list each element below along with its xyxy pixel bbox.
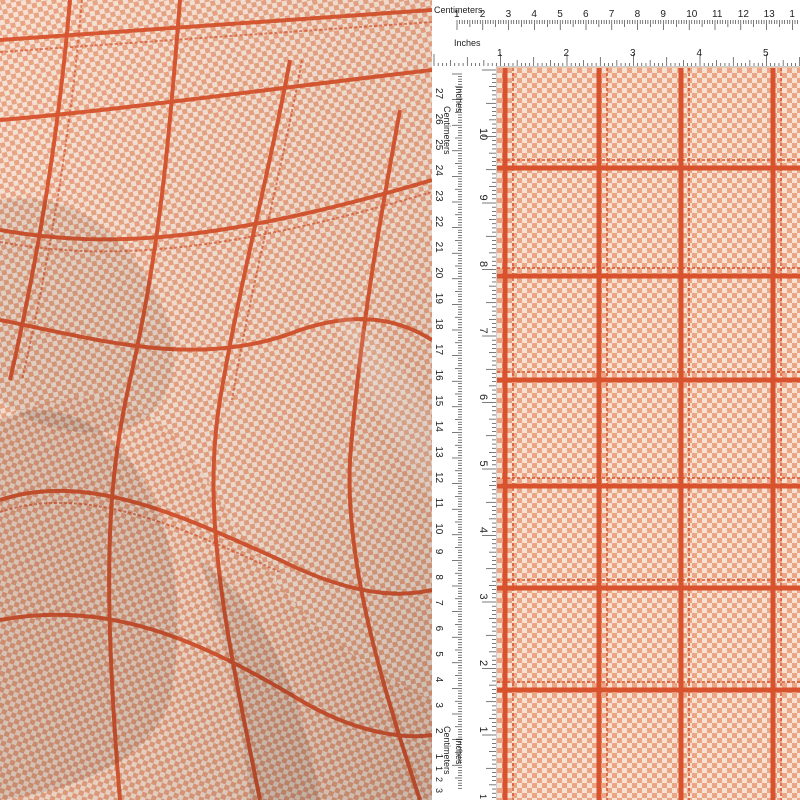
top-ruler-cm-number: 5 [557,9,563,20]
left-ruler-bottom-cm-number: 3 [434,788,444,793]
left-ruler-cm-number: 11 [433,498,444,509]
left-ruler-bottom-cm-number: 1 [434,766,444,771]
left-ruler-cm-number: 19 [433,293,444,305]
left-ruler-cm-number: 8 [433,574,444,580]
top-ruler-cm-number: 4 [531,9,537,20]
fabric-photo: Centimeters Inches 1 2 3 4 5 6 7 8 9 10 11 12 13 1 12… [0,0,800,800]
top-ruler-cm-number: 11 [712,9,723,20]
left-ruler-scale: Centimeters Inches Centimeters Inches 27… [433,69,496,799]
top-ruler-scale: Centimeters Inches 1 2 3 4 5 6 7 8 9 10 11 12 13 1 12… [433,5,800,66]
left-ruler-cm-number: 5 [433,651,444,657]
left-ruler-in-number: 2 [477,660,489,666]
left-ruler-cm-number: 12 [433,472,444,484]
top-ruler-in-label: Inches [454,38,481,48]
top-ruler-cm-number: 3 [506,9,512,20]
left-ruler-cm-number: 7 [433,600,444,606]
left-ruler-cm-number: 21 [433,242,444,254]
left-ruler-cm-number: 18 [433,318,444,330]
left-ruler-in-number: 7 [477,328,489,334]
draped-fabric-image [0,0,432,800]
left-ruler-cm-number: 4 [433,677,444,683]
left-ruler-cm-number: 1 [433,754,444,760]
left-ruler-cm-number: 2 [433,728,444,734]
flat-fabric-image [497,68,800,800]
top-ruler-cm-number: 6 [583,9,589,20]
left-ruler: Centimeters Inches Centimeters Inches 27… [432,66,497,800]
draped-fabric-panel [0,0,432,800]
left-ruler-bottom-in-number: 1 [478,794,488,799]
left-ruler-in-number: 10 [477,128,489,140]
left-ruler-cm-number: 13 [433,446,444,458]
top-ruler-cm-number: 2 [480,9,486,20]
left-ruler-cm-number: 24 [433,165,444,177]
left-ruler-cm-number: 6 [433,626,444,632]
top-ruler-cm-number: 10 [686,9,698,20]
left-ruler-in-number: 1 [477,727,489,733]
left-ruler-cm-number: 23 [433,190,444,202]
left-ruler-cm-number: 22 [433,216,444,228]
left-ruler-cm-number: 25 [433,139,444,151]
left-ruler-cm-number: 14 [433,421,444,433]
left-ruler-in-number: 4 [477,527,489,533]
left-ruler-cm-number: 27 [433,88,444,100]
left-ruler-cm-number: 26 [433,114,444,126]
top-ruler-cm-number: 13 [764,9,776,20]
left-ruler-in-number: 6 [477,394,489,400]
left-ruler-in-number: 8 [477,261,489,267]
top-ruler-cm-number: 9 [660,9,666,20]
left-ruler-cm-number: 3 [433,702,444,708]
left-ruler-in-number: 9 [477,195,489,201]
top-ruler-cm-number: 1 [789,9,795,20]
left-ruler-in-number: 5 [477,461,489,467]
top-ruler-in-number: 1 [497,48,503,59]
left-ruler-bottom-cm-number: 2 [434,777,444,782]
top-ruler-cm-number: 7 [609,9,615,20]
top-ruler-in-number: 4 [697,48,703,59]
flat-fabric-panel [497,68,800,800]
left-ruler-cm-number: 17 [433,344,444,356]
left-ruler-cm-number: 15 [433,395,444,407]
top-ruler-cm-number: 12 [738,9,750,20]
left-ruler-in-number: 3 [477,594,489,600]
left-ruler-cm-number: 10 [433,523,444,535]
top-ruler-in-number: 5 [763,48,769,59]
left-ruler-cm-number: 20 [433,267,444,279]
top-ruler-cm-number: 1 [454,9,460,20]
top-ruler: Centimeters Inches 1 2 3 4 5 6 7 8 9 10 11 12 13 1 12… [432,0,800,67]
top-ruler-in-number: 3 [630,48,636,59]
top-ruler-in-number: 2 [564,48,570,59]
left-ruler-cm-number: 16 [433,370,444,382]
top-ruler-cm-number: 8 [635,9,641,20]
left-ruler-cm-number: 9 [433,549,444,555]
